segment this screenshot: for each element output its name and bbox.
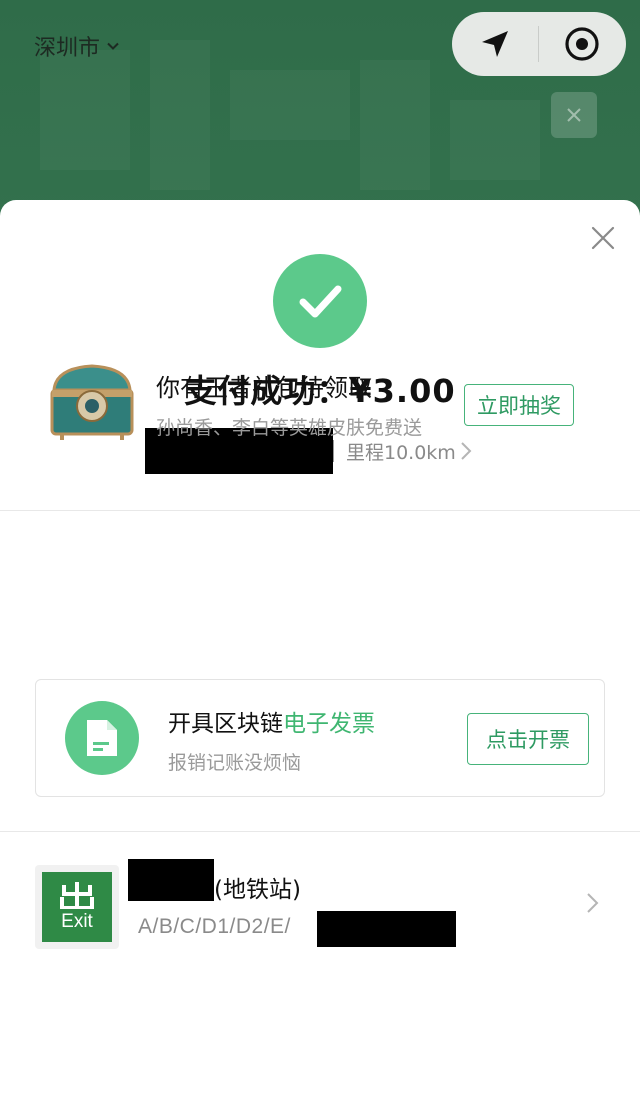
section-divider [0,510,640,511]
chevron-down-icon [107,42,119,50]
invoice-title-accent: 电子发票 [283,711,375,737]
trip-mileage: 里程10.0km [346,441,456,464]
locate-button[interactable] [539,12,625,76]
station-exits: A/B/C/D1/D2/E/ [138,915,291,938]
exit-sign-icon: Exit [35,865,119,949]
issue-invoice-button[interactable]: 点击开票 [467,713,589,765]
lottery-button[interactable]: 立即抽奖 [464,384,574,426]
invoice-badge [65,701,139,775]
map-controls [452,12,626,76]
city-label: 深圳市 [34,36,101,61]
map-overlay-close-button[interactable] [551,92,597,138]
city-selector[interactable]: 深圳市 [34,30,120,62]
close-icon[interactable] [590,225,616,251]
station-name[interactable]: (地铁站) [214,870,301,904]
target-icon [565,27,599,61]
promo-subtitle: 孙尚香、李白等英雄皮肤免费送 [156,417,423,439]
promo-title: 你有王者礼包待领取 [156,374,372,402]
trip-divider [333,440,334,462]
navigation-arrow-icon [482,31,508,57]
payment-result-sheet: 支付成功：¥3.00 里程10.0km [0,200,640,1100]
check-icon [299,285,342,318]
invoice-title: 开具区块链电子发票 [168,704,375,738]
success-badge [273,254,367,348]
exit-character [60,882,94,909]
section-divider [0,831,640,832]
chevron-right-icon[interactable] [586,892,600,914]
treasure-chest-icon [50,364,134,440]
invoice-subtitle: 报销记账没烦恼 [168,752,302,774]
invoice-card: 开具区块链电子发票 报销记账没烦恼 点击开票 [35,679,605,797]
invoice-title-prefix: 开具区块链 [168,711,283,737]
exit-sign: Exit [42,872,112,942]
redacted-exits [317,911,456,947]
chevron-right-icon [461,442,472,460]
close-icon [567,108,581,122]
document-icon [87,720,117,756]
navigate-button[interactable] [452,12,538,76]
exit-label: Exit [61,911,93,932]
redacted-station-name [128,859,214,901]
